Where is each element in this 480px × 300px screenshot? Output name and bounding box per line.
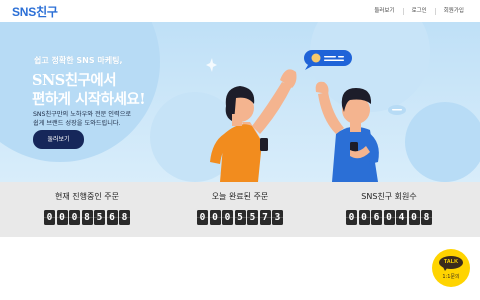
digit-counter: 0 0 0 5 5 7 3: [170, 210, 310, 225]
smartphone-icon: [260, 138, 268, 151]
hero-title-line2: 편하게 시작하세요!: [32, 91, 146, 108]
man-figure: [315, 81, 379, 182]
stat-label: SNS친구 회원수: [361, 192, 417, 201]
chat-bubble-icon: [388, 105, 406, 115]
talk-label: TALK: [443, 259, 459, 265]
counter-digit: 0: [408, 210, 420, 225]
nav-signup-link[interactable]: 회원가입: [436, 0, 472, 22]
counter-digit: 8: [119, 210, 130, 225]
hero-subtitle: 쉽고 정확한 SNS 마케팅,: [34, 56, 123, 65]
counter-digit: 8: [421, 210, 432, 225]
counter-digit: 5: [94, 210, 105, 225]
stat-label: 오늘 완료된 주문: [211, 192, 269, 201]
stat-member-count: SNS친구 회원수 0 0 6 0 4 0 8: [319, 190, 459, 225]
woman-figure: [210, 69, 297, 182]
talk-bubble-tail: [443, 267, 448, 271]
nav-browse-link[interactable]: 둘러보기: [366, 0, 402, 22]
digit-counter: 0 0 0 8 5 6 8: [17, 210, 157, 225]
talk-sublabel: 1:1문의: [442, 274, 460, 280]
kakao-talk-button[interactable]: TALK 1:1문의: [432, 249, 470, 287]
stat-active-orders: 현재 진행중인 주문 0 0 0 8 5 6 8: [17, 190, 157, 225]
hero-description-line1: SNS친구만의 노하우와 전문 인력으로: [33, 111, 132, 118]
counter-digit: 4: [396, 210, 407, 225]
counter-digit: 0: [197, 210, 208, 225]
page-bottom: [0, 237, 480, 300]
counter-digit: 0: [222, 210, 233, 225]
hero-banner: 쉽고 정확한 SNS 마케팅, SNS친구에서 편하게 시작하세요! SNS친구…: [0, 22, 480, 182]
counter-digit: 0: [383, 210, 395, 225]
header: SNS친구 둘러보기 로그인 회원가입: [0, 0, 480, 22]
counter-digit: 0: [56, 210, 68, 225]
nav-login-link[interactable]: 로그인: [404, 0, 435, 22]
stat-completed-today: 오늘 완료된 주문 0 0 0 5 5 7 3: [170, 190, 310, 225]
page: SNS친구 둘러보기 로그인 회원가입 쉽고 정확한 SNS 마케팅, SNS친…: [0, 0, 480, 300]
counter-digit: 5: [234, 210, 246, 225]
counter-digit: 8: [81, 210, 93, 225]
counter-digit: 0: [69, 210, 80, 225]
counter-digit: 7: [259, 210, 271, 225]
stat-label: 현재 진행중인 주문: [55, 192, 119, 201]
browse-button[interactable]: 둘러보기: [33, 130, 84, 149]
counter-digit: 6: [106, 210, 118, 225]
counter-digit: 6: [371, 210, 382, 225]
logo[interactable]: SNS친구: [12, 3, 58, 20]
hero-description-line2: 쉽게 브랜드 성장을 도와드립니다.: [33, 120, 121, 127]
top-nav: 둘러보기 로그인 회원가입: [366, 0, 472, 22]
counter-digit: 3: [272, 210, 283, 225]
thumbs-up-icon: [304, 50, 352, 70]
digit-counter: 0 0 6 0 4 0 8: [319, 210, 459, 225]
hero-illustration: [206, 50, 406, 182]
counter-digit: 0: [44, 210, 55, 225]
counter-digit: 0: [209, 210, 221, 225]
counter-digit: 0: [358, 210, 370, 225]
order-stats: 현재 진행중인 주문 0 0 0 8 5 6 8 오늘 완료된 주문 0 0 0…: [0, 182, 480, 237]
counter-digit: 0: [346, 210, 357, 225]
counter-digit: 5: [247, 210, 258, 225]
hero-title-line1: SNS친구에서: [32, 72, 117, 89]
